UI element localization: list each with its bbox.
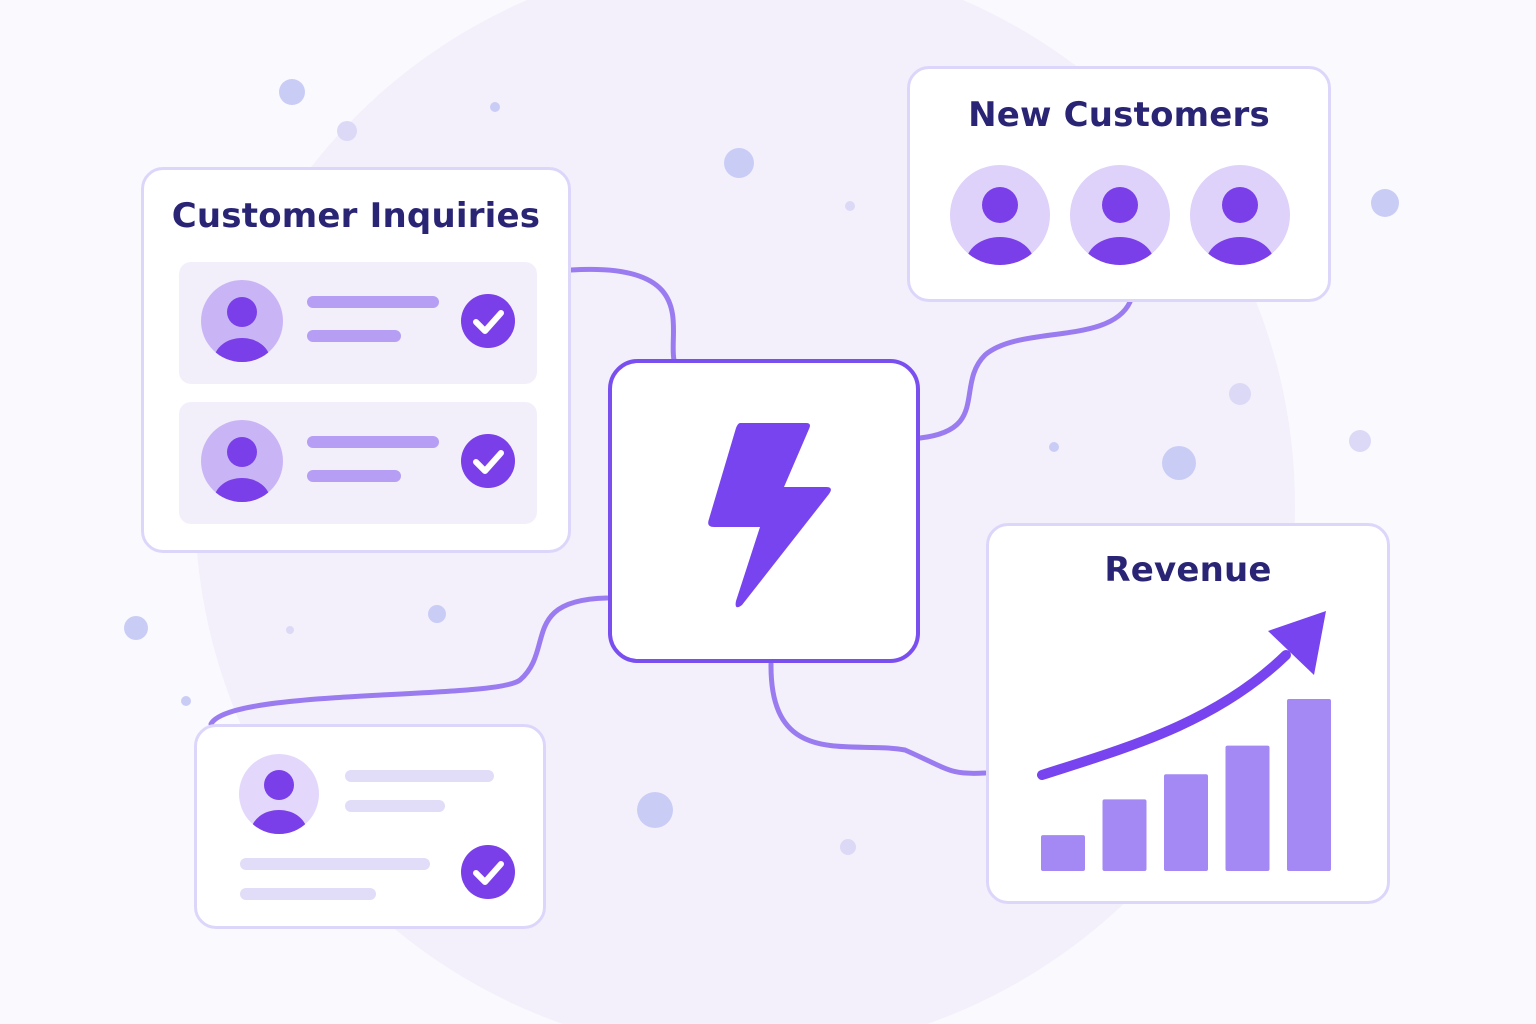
revenue-bar [1102,799,1147,871]
automation-hub[interactable] [608,359,920,663]
revenue-bar [1225,745,1270,871]
checkmark-icon [461,845,515,899]
inquiry-row[interactable] [179,262,537,384]
trend-up-arrow-icon [1037,611,1326,780]
text-placeholder-line [307,296,439,308]
text-placeholder-line [307,330,401,342]
revenue-card: Revenue [986,523,1390,904]
text-placeholder-line [240,858,430,870]
text-placeholder-line [345,770,494,782]
new-customers-card: New Customers [907,66,1331,302]
user-avatar-icon [201,420,283,502]
text-placeholder-line [307,470,401,482]
revenue-bar [1041,835,1085,871]
customer-inquiries-title: Customer Inquiries [171,196,541,236]
revenue-bar [1164,774,1208,871]
user-avatar-icon [201,280,283,362]
profile-card [194,724,546,929]
revenue-bar [1287,699,1331,871]
checkmark-icon [461,294,515,348]
text-placeholder-line [307,436,439,448]
inquiry-row[interactable] [179,402,537,524]
text-placeholder-line [345,800,445,812]
revenue-chart [1037,611,1331,871]
new-customers-title: New Customers [968,95,1270,135]
text-placeholder-line [240,888,376,900]
user-avatar-icon[interactable] [1190,165,1290,265]
user-avatar-icon[interactable] [950,165,1050,265]
lightning-bolt-icon [708,423,831,608]
user-avatar-icon [239,754,319,834]
checkmark-icon [461,434,515,488]
customer-inquiries-card: Customer Inquiries [141,167,571,553]
user-avatar-icon[interactable] [1070,165,1170,265]
